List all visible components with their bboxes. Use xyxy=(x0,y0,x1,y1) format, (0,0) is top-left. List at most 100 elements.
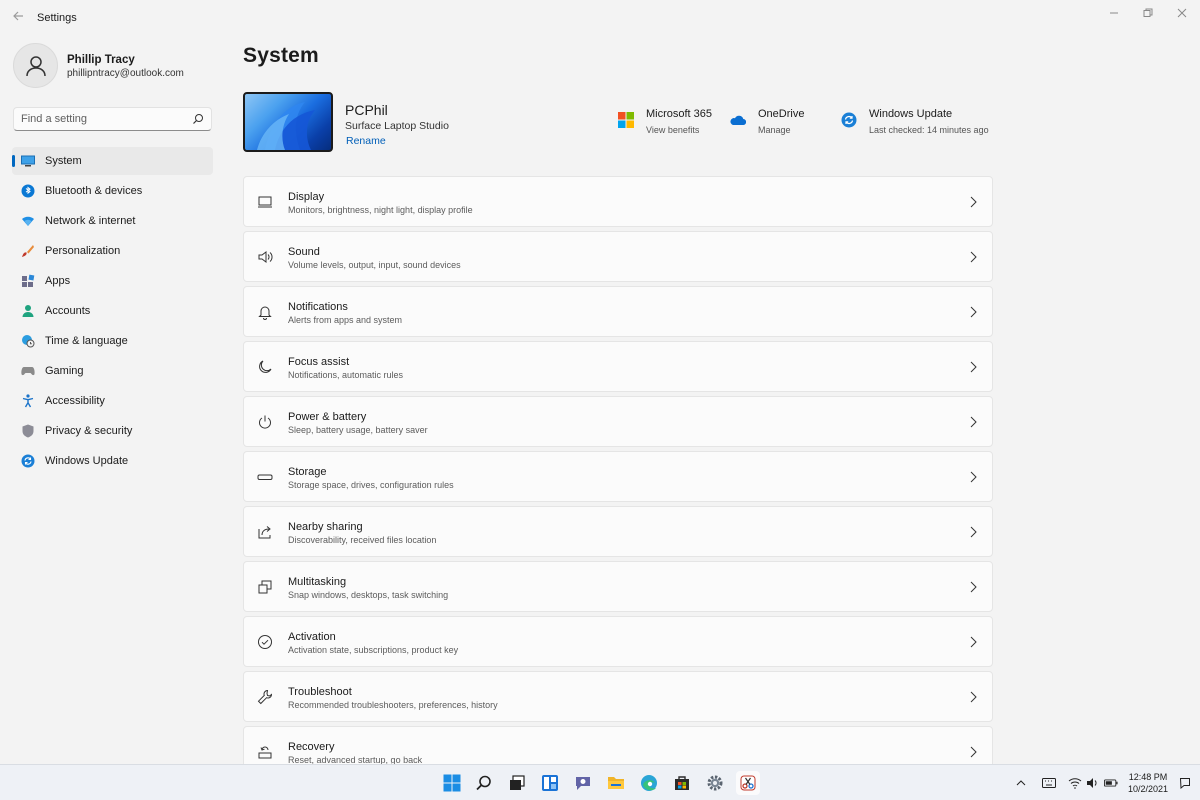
search-input[interactable] xyxy=(14,108,189,130)
card-subtitle: Notifications, automatic rules xyxy=(288,370,404,380)
quick-link-subtitle: View benefits xyxy=(646,125,700,135)
file-explorer-icon[interactable] xyxy=(604,771,628,795)
volume-icon[interactable] xyxy=(1086,776,1100,790)
card-subtitle: Snap windows, desktops, task switching xyxy=(288,590,449,600)
sidebar-item-label: Accounts xyxy=(45,305,91,317)
sidebar-item-label: Bluetooth & devices xyxy=(45,185,143,197)
sidebar-item-label: Accessibility xyxy=(45,395,105,407)
chevron-right-icon xyxy=(970,746,977,758)
search-icon[interactable] xyxy=(191,112,205,126)
card-title: Recovery xyxy=(288,741,335,753)
card-sound[interactable]: Sound Volume levels, output, input, soun… xyxy=(243,231,993,282)
card-title: Focus assist xyxy=(288,356,350,368)
sidebar-item-personalization[interactable]: Personalization xyxy=(12,237,213,265)
search-box[interactable] xyxy=(13,107,212,131)
sidebar-item-label: System xyxy=(45,155,82,167)
restore-button[interactable] xyxy=(1140,6,1156,22)
teams-chat-icon[interactable] xyxy=(571,771,595,795)
sidebar-item-windows-update[interactable]: Windows Update xyxy=(12,447,213,475)
device-model: Surface Laptop Studio xyxy=(345,120,449,132)
card-activation[interactable]: Activation Activation state, subscriptio… xyxy=(243,616,993,667)
sidebar-item-network[interactable]: Network & internet xyxy=(12,207,213,235)
storage-drive-icon xyxy=(257,474,273,480)
sidebar-item-time-language[interactable]: Time & language xyxy=(12,327,213,355)
card-nearby-sharing[interactable]: Nearby sharing Discoverability, received… xyxy=(243,506,993,557)
display-icon xyxy=(258,196,272,208)
close-button[interactable] xyxy=(1174,6,1190,22)
card-subtitle: Alerts from apps and system xyxy=(288,315,403,325)
back-arrow-icon[interactable] xyxy=(10,10,26,26)
chevron-right-icon xyxy=(970,636,977,648)
clock-date: 10/2/2021 xyxy=(1127,784,1169,794)
card-focus-assist[interactable]: Focus assist Notifications, automatic ru… xyxy=(243,341,993,392)
start-icon[interactable] xyxy=(440,771,464,795)
chevron-right-icon xyxy=(970,416,977,428)
quick-link-subtitle: Last checked: 14 minutes ago xyxy=(869,125,989,135)
minimize-button[interactable] xyxy=(1106,6,1122,22)
apps-icon xyxy=(21,274,35,288)
sidebar-item-label: Gaming xyxy=(45,365,84,377)
windows-update-link[interactable]: Windows Update Last checked: 14 minutes … xyxy=(841,108,991,138)
clock-time: 12:48 PM xyxy=(1128,772,1168,782)
sidebar-item-system[interactable]: System xyxy=(12,147,213,175)
check-circle-icon xyxy=(258,635,272,649)
card-title: Nearby sharing xyxy=(288,521,363,533)
gamepad-icon xyxy=(21,364,35,378)
sidebar-item-privacy[interactable]: Privacy & security xyxy=(12,417,213,445)
card-troubleshoot[interactable]: Troubleshoot Recommended troubleshooters… xyxy=(243,671,993,722)
card-subtitle: Storage space, drives, configuration rul… xyxy=(288,480,454,490)
card-subtitle: Discoverability, received files location xyxy=(288,535,437,545)
chevron-right-icon xyxy=(970,471,977,483)
card-display[interactable]: Display Monitors, brightness, night ligh… xyxy=(243,176,993,227)
sidebar-item-bluetooth[interactable]: Bluetooth & devices xyxy=(12,177,213,205)
user-profile[interactable]: Phillip Tracy phillipntracy@outlook.com xyxy=(13,43,233,89)
power-icon xyxy=(259,415,271,429)
keyboard-icon[interactable] xyxy=(1042,776,1056,790)
rename-link[interactable]: Rename xyxy=(346,135,386,147)
battery-icon[interactable] xyxy=(1104,776,1118,790)
window-title: Settings xyxy=(37,12,77,24)
sidebar-item-apps[interactable]: Apps xyxy=(12,267,213,295)
sidebar-item-label: Privacy & security xyxy=(45,425,133,437)
device-name: PCPhil xyxy=(345,102,388,118)
search-icon[interactable] xyxy=(472,771,496,795)
card-multitasking[interactable]: Multitasking Snap windows, desktops, tas… xyxy=(243,561,993,612)
bell-icon xyxy=(258,306,272,320)
sidebar-item-label: Apps xyxy=(45,275,71,287)
sidebar-nav: System Bluetooth & devices Network & int… xyxy=(12,147,213,477)
snipping-tool-icon[interactable] xyxy=(736,771,760,795)
quick-link-title: OneDrive xyxy=(758,108,805,120)
onedrive-cloud-icon xyxy=(730,115,746,126)
recovery-icon xyxy=(258,746,272,759)
page-title: System xyxy=(243,44,319,67)
onedrive-link[interactable]: OneDrive Manage xyxy=(730,108,820,138)
sidebar-item-gaming[interactable]: Gaming xyxy=(12,357,213,385)
person-icon xyxy=(25,55,46,76)
card-notifications[interactable]: Notifications Alerts from apps and syste… xyxy=(243,286,993,337)
card-title: Power & battery xyxy=(288,411,367,423)
chevron-right-icon xyxy=(970,526,977,538)
card-power-battery[interactable]: Power & battery Sleep, battery usage, ba… xyxy=(243,396,993,447)
settings-icon[interactable] xyxy=(703,771,727,795)
sidebar-item-accessibility[interactable]: Accessibility xyxy=(12,387,213,415)
card-storage[interactable]: Storage Storage space, drives, configura… xyxy=(243,451,993,502)
widgets-icon[interactable] xyxy=(538,771,562,795)
clock[interactable]: 12:48 PM 10/2/2021 xyxy=(1126,771,1170,795)
task-view-icon[interactable] xyxy=(505,771,529,795)
chevron-up-icon[interactable] xyxy=(1014,776,1028,790)
device-wallpaper-thumbnail xyxy=(243,92,333,152)
chevron-right-icon xyxy=(970,196,977,208)
shield-icon xyxy=(21,424,35,438)
card-title: Display xyxy=(288,191,325,203)
quick-link-title: Microsoft 365 xyxy=(646,108,713,120)
sidebar-item-accounts[interactable]: Accounts xyxy=(12,297,213,325)
chevron-right-icon xyxy=(970,251,977,263)
microsoft-365-link[interactable]: Microsoft 365 View benefits xyxy=(618,108,718,138)
wifi-icon[interactable] xyxy=(1068,776,1082,790)
chevron-right-icon xyxy=(970,581,977,593)
notification-icon[interactable] xyxy=(1178,776,1192,790)
card-recovery[interactable]: Recovery Reset, advanced startup, go bac… xyxy=(243,726,993,764)
chevron-right-icon xyxy=(970,691,977,703)
edge-icon[interactable] xyxy=(637,771,661,795)
store-icon[interactable] xyxy=(670,771,694,795)
